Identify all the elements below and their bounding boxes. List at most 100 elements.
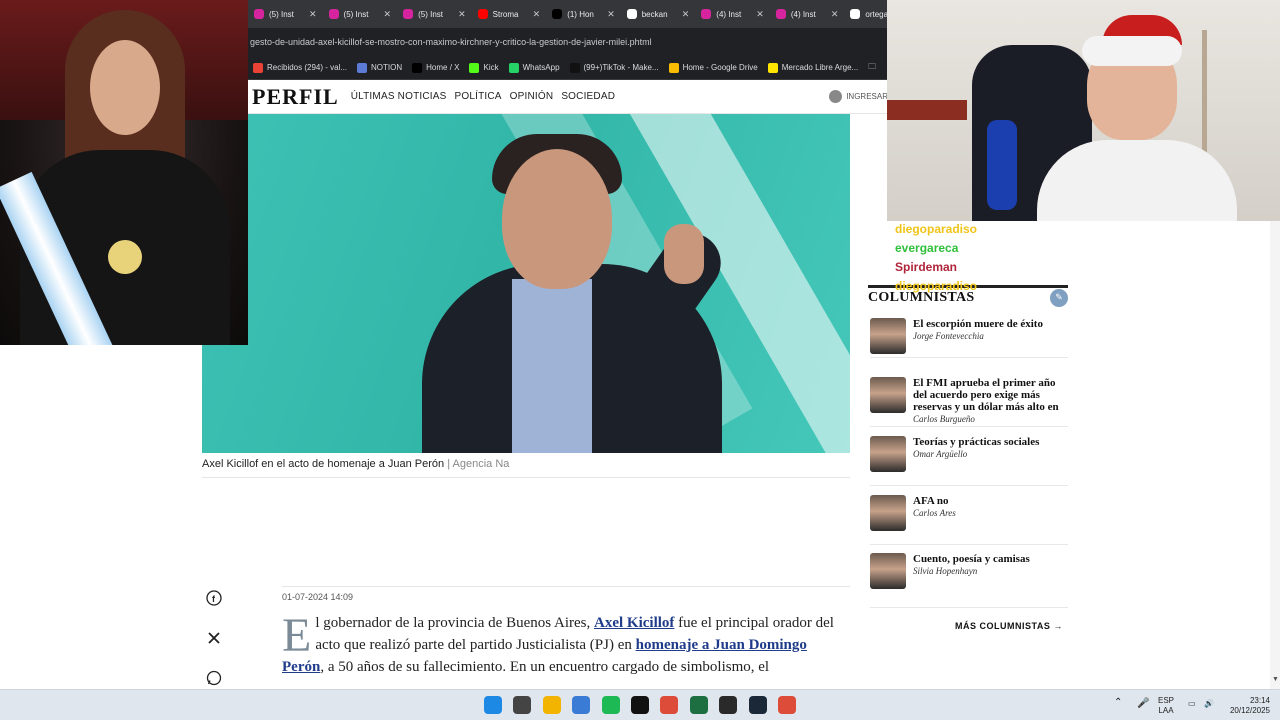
site-nav: ÚLTIMAS NOTICIAS POLÍTICA OPINIÓN SOCIED… xyxy=(347,91,619,102)
caption-text: Axel Kicillof en el acto de homenaje a J… xyxy=(202,458,445,470)
tab-favicon-icon xyxy=(701,9,712,19)
browser-tab[interactable]: (1) Hon ✕ xyxy=(546,3,621,25)
file-explorer-icon[interactable] xyxy=(542,696,561,714)
whatsapp-icon[interactable] xyxy=(204,668,224,688)
bookmark-icon xyxy=(767,62,778,73)
browser-tab-strip: (5) Inst ✕ (5) Inst ✕ (5) Inst ✕ Stroma ✕ (1) Ho… xyxy=(248,0,888,28)
bookmark-icon xyxy=(412,62,423,73)
bookmark-folder-icon[interactable]: 🗀 xyxy=(868,61,876,75)
bookmark-item[interactable]: Kick xyxy=(469,62,499,73)
clock-time: 23:14 xyxy=(1249,696,1270,705)
columnist-item[interactable]: Teorías y prácticas sociales Omar Argüel… xyxy=(870,436,1068,486)
tray-chevron-icon[interactable]: ⌃ xyxy=(1114,698,1122,708)
obs-icon[interactable] xyxy=(513,696,532,714)
scroll-down-icon[interactable]: ▼ xyxy=(1272,676,1279,683)
bookmark-item[interactable]: Home - Google Drive xyxy=(668,62,758,73)
language-indicator[interactable]: ESP LAA xyxy=(1158,696,1174,716)
chrome-icon[interactable] xyxy=(778,696,796,714)
tab-close-icon[interactable]: ✕ xyxy=(458,9,466,20)
nav-sociedad[interactable]: SOCIEDAD xyxy=(561,91,615,102)
browser-tab[interactable]: (5) Inst ✕ xyxy=(323,3,398,25)
columnist-title: Teorías y prácticas sociales xyxy=(913,436,1040,448)
link-axel-kicillof[interactable]: Axel Kicillof xyxy=(594,615,674,631)
tab-close-icon[interactable]: ✕ xyxy=(533,9,541,20)
chat-message: Spirdeman xyxy=(895,257,1115,276)
browser-tab[interactable]: (4) Inst ✕ xyxy=(770,3,845,25)
x-icon[interactable] xyxy=(204,628,224,648)
article-date: 01-07-2024 14:09 xyxy=(282,586,850,602)
chrome-icon[interactable] xyxy=(660,696,679,714)
bookmark-item[interactable]: NOTION xyxy=(357,62,403,73)
steam-icon[interactable] xyxy=(748,696,767,714)
epic-games-icon[interactable] xyxy=(719,696,738,714)
tab-close-icon[interactable]: ✕ xyxy=(831,9,839,20)
browser-tab[interactable]: (4) Inst ✕ xyxy=(695,3,770,25)
bookmark-label: Kick xyxy=(483,63,499,72)
bookmark-item[interactable]: Mercado Libre Arge... xyxy=(767,62,858,73)
tab-close-icon[interactable]: ✕ xyxy=(607,9,615,20)
calendar-icon[interactable] xyxy=(572,696,591,714)
columnist-item[interactable]: Cuento, poesía y camisas Silvia Hopenhay… xyxy=(870,553,1068,608)
login-button[interactable]: INGRESAR xyxy=(829,90,888,103)
windows-start-icon[interactable] xyxy=(484,696,502,714)
bookmark-item[interactable]: Recibidos (294) - val... xyxy=(253,62,347,73)
article-hero-image xyxy=(202,114,850,453)
desktop: (5) Inst ✕ (5) Inst ✕ (5) Inst ✕ Stroma ✕ (1) Ho… xyxy=(0,0,1280,720)
site-logo[interactable]: PERFIL xyxy=(252,84,339,110)
image-caption: Axel Kicillof en el acto de homenaje a J… xyxy=(202,458,850,478)
excel-icon[interactable] xyxy=(689,696,708,714)
page-scrollbar[interactable] xyxy=(1270,221,1280,689)
browser-tab[interactable]: (5) Inst ✕ xyxy=(397,3,472,25)
more-columnists-link[interactable]: MÁS COLUMNISTAS → xyxy=(955,621,1063,631)
tab-label: (5) Inst xyxy=(343,9,369,19)
webcam-overlay-left xyxy=(0,0,248,345)
columnist-item[interactable]: El escorpión muere de éxito Jorge Fontev… xyxy=(870,318,1068,358)
nav-politica[interactable]: POLÍTICA xyxy=(455,91,502,102)
address-bar[interactable]: gesto-de-unidad-axel-kicillof-se-mostro-… xyxy=(248,28,888,56)
spotify-icon[interactable] xyxy=(601,696,620,714)
columnist-avatar xyxy=(870,318,906,354)
article-text-3: , a 50 años de su fallecimiento. En un e… xyxy=(320,659,770,675)
columnist-avatar xyxy=(870,495,906,531)
browser-tab[interactable]: Stroma ✕ xyxy=(472,3,547,25)
chat-username: diegoparadiso xyxy=(895,221,978,236)
facebook-icon[interactable]: f xyxy=(204,588,224,608)
browser-tab[interactable]: (5) Inst ✕ xyxy=(248,3,323,25)
columnist-avatar xyxy=(870,377,906,413)
browser-tab[interactable]: ortega✕ xyxy=(844,3,888,25)
columnist-item[interactable]: AFA no Carlos Ares xyxy=(870,495,1068,545)
tab-label: Stroma xyxy=(492,9,519,19)
clock[interactable]: 23:14 20/12/2025 xyxy=(1224,696,1270,716)
tab-label: ortega xyxy=(865,9,888,19)
bookmark-item[interactable]: WhatsApp xyxy=(508,62,560,73)
nav-opinion[interactable]: OPINIÓN xyxy=(510,91,554,102)
volume-icon[interactable]: 🔊 xyxy=(1204,699,1214,709)
tab-favicon-icon xyxy=(328,9,339,19)
columnist-avatar xyxy=(870,436,906,472)
bookmark-item[interactable]: (99+)TikTok - Make... xyxy=(569,62,659,73)
language-top: ESP xyxy=(1158,696,1175,705)
columnist-avatar xyxy=(870,553,906,589)
site-header: PERFIL ÚLTIMAS NOTICIAS POLÍTICA OPINIÓN… xyxy=(248,80,888,114)
network-icon[interactable]: ▭ xyxy=(1188,699,1196,709)
url-text: gesto-de-unidad-axel-kicillof-se-mostro-… xyxy=(250,37,652,47)
tab-close-icon[interactable]: ✕ xyxy=(309,9,317,20)
tab-close-icon[interactable]: ✕ xyxy=(384,9,392,20)
nav-ultimas-noticias[interactable]: ÚLTIMAS NOTICIAS xyxy=(351,91,447,102)
chat-username: Spirdeman xyxy=(895,259,958,274)
microphone-icon[interactable]: 🎤 xyxy=(1137,699,1149,709)
webcam-overlay-right xyxy=(887,0,1280,221)
columnist-item[interactable]: El FMI aprueba el primer año del acuerdo… xyxy=(870,377,1068,427)
bookmark-icon xyxy=(508,62,519,73)
columnist-title: El escorpión muere de éxito xyxy=(913,318,1043,330)
browser-tab[interactable]: beckan ✕ xyxy=(621,3,696,25)
tab-close-icon[interactable]: ✕ xyxy=(756,9,764,20)
tab-close-icon[interactable]: ✕ xyxy=(682,9,690,20)
bookmark-item[interactable]: Home / X xyxy=(412,62,459,73)
tab-favicon-icon xyxy=(552,9,563,19)
columnist-title: El FMI aprueba el primer año del acuerdo… xyxy=(913,377,1059,413)
bookmark-label: NOTION xyxy=(371,63,403,72)
capcut-icon[interactable] xyxy=(631,696,649,714)
bookmark-label: (99+)TikTok - Make... xyxy=(583,63,659,72)
chat-message: diegoparadiso xyxy=(895,276,1115,295)
